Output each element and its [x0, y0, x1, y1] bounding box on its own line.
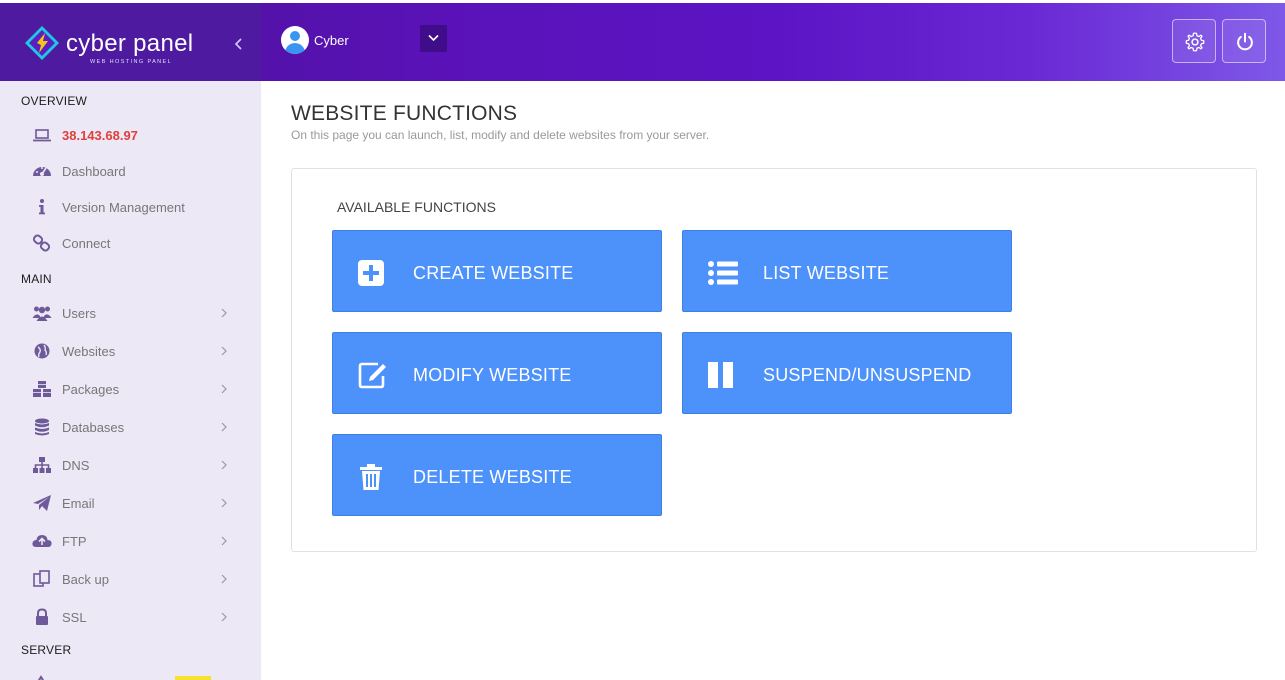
sidebar-item-dns[interactable]: DNS — [0, 447, 261, 483]
avatar — [281, 26, 309, 54]
paper-plane-icon — [33, 495, 51, 511]
sidebar-section-main: MAIN — [21, 272, 52, 286]
sidebar-item-label: DNS — [62, 458, 90, 473]
sidebar-item-email[interactable]: Email — [0, 485, 261, 521]
sidebar-item-label: Version Management — [62, 200, 185, 215]
sidebar-item-label: Dashboard — [62, 164, 126, 179]
user-dropdown-button[interactable] — [420, 25, 447, 52]
user-name: Cyber — [314, 33, 349, 48]
laptop-icon — [33, 129, 51, 142]
dashboard-icon — [33, 167, 51, 176]
trash-icon — [360, 464, 382, 490]
settings-button[interactable] — [1172, 19, 1216, 63]
sidebar-item-ftp[interactable]: FTP — [0, 523, 261, 559]
sidebar-item-label: Databases — [62, 420, 125, 435]
edit-icon — [358, 362, 386, 389]
lock-icon — [36, 608, 48, 625]
collapse-sidebar-icon[interactable] — [233, 36, 245, 52]
plus-square-icon — [358, 260, 384, 286]
page-subtitle: On this page you can launch, list, modif… — [291, 128, 710, 142]
sidebar-item-label: 38.143.68.97 — [62, 128, 138, 143]
database-icon — [35, 418, 49, 436]
status-badge — [175, 676, 211, 680]
chevron-right-icon — [221, 574, 227, 584]
sidebar-item-label: Back up — [62, 572, 109, 587]
sidebar-item-label: SSL — [62, 610, 87, 625]
sidebar-item-packages[interactable]: Packages — [0, 371, 261, 407]
chevron-right-icon — [221, 460, 227, 470]
list-icon — [708, 261, 738, 285]
page-title: WEBSITE FUNCTIONS — [291, 102, 518, 125]
sidebar-item-label: Websites — [62, 344, 116, 359]
chevron-right-icon — [221, 612, 227, 622]
brand-subtitle: WEB HOSTING PANEL — [90, 59, 173, 65]
sidebar-item-label: FTP — [62, 534, 87, 549]
sidebar-item-label: Users — [62, 306, 96, 321]
cyberpanel-logo-icon — [25, 26, 59, 60]
chevron-right-icon — [221, 346, 227, 356]
sidebar-section-overview: OVERVIEW — [21, 94, 88, 108]
suspend-unsuspend-button[interactable]: SUSPEND/UNSUSPEND — [682, 332, 1012, 414]
sidebar-item-label: Email — [62, 496, 95, 511]
panel-title: AVAILABLE FUNCTIONS — [337, 199, 496, 215]
sidebar-item-websites[interactable]: Websites — [0, 333, 261, 369]
chevron-down-icon — [428, 34, 439, 42]
sidebar: OVERVIEW 38.143.68.97 Dashboard Version … — [0, 81, 261, 680]
link-icon — [32, 234, 51, 252]
partial-menu-icon — [37, 675, 45, 680]
gear-icon — [1185, 32, 1205, 52]
globe-icon — [34, 343, 50, 359]
users-icon — [32, 306, 52, 321]
copy-icon — [33, 570, 50, 587]
brand-area: cyber panel WEB HOSTING PANEL — [0, 3, 261, 81]
create-website-label: CREATE WEBSITE — [413, 263, 574, 283]
sidebar-item-label: Packages — [62, 382, 120, 397]
delete-website-button[interactable]: DELETE WEBSITE — [332, 434, 662, 516]
cloud-upload-icon — [32, 535, 52, 547]
list-website-label: LIST WEBSITE — [763, 263, 890, 283]
modify-website-label: MODIFY WEBSITE — [413, 365, 572, 385]
list-website-button[interactable]: LIST WEBSITE — [682, 230, 1012, 312]
modify-website-button[interactable]: MODIFY WEBSITE — [332, 332, 662, 414]
chevron-right-icon — [221, 422, 227, 432]
sidebar-item-users[interactable]: Users — [0, 295, 261, 331]
functions-panel: AVAILABLE FUNCTIONS CREATE WEBSITE LIST … — [291, 168, 1257, 552]
suspend-unsuspend-label: SUSPEND/UNSUSPEND — [763, 365, 972, 385]
sidebar-item-databases[interactable]: Databases — [0, 409, 261, 445]
sitemap-icon — [33, 457, 51, 473]
brand-name: cyber panel — [66, 30, 194, 57]
pause-icon — [708, 362, 733, 388]
chevron-right-icon — [221, 536, 227, 546]
sidebar-item-connect[interactable]: Connect — [0, 225, 261, 261]
sidebar-item-backup[interactable]: Back up — [0, 561, 261, 597]
power-button[interactable] — [1222, 19, 1266, 63]
sidebar-item-version-management[interactable]: Version Management — [0, 189, 261, 225]
sidebar-item-ssl[interactable]: SSL — [0, 599, 261, 635]
cubes-icon — [33, 381, 51, 397]
chevron-right-icon — [221, 308, 227, 318]
sidebar-item-label: Connect — [62, 236, 111, 251]
chevron-right-icon — [221, 384, 227, 394]
delete-website-label: DELETE WEBSITE — [413, 467, 572, 487]
info-icon — [39, 199, 45, 215]
chevron-right-icon — [221, 498, 227, 508]
sidebar-item-server-ip[interactable]: 38.143.68.97 — [0, 117, 261, 153]
create-website-button[interactable]: CREATE WEBSITE — [332, 230, 662, 312]
sidebar-item-dashboard[interactable]: Dashboard — [0, 153, 261, 189]
power-icon — [1237, 32, 1253, 51]
sidebar-section-server: SERVER — [21, 643, 72, 657]
